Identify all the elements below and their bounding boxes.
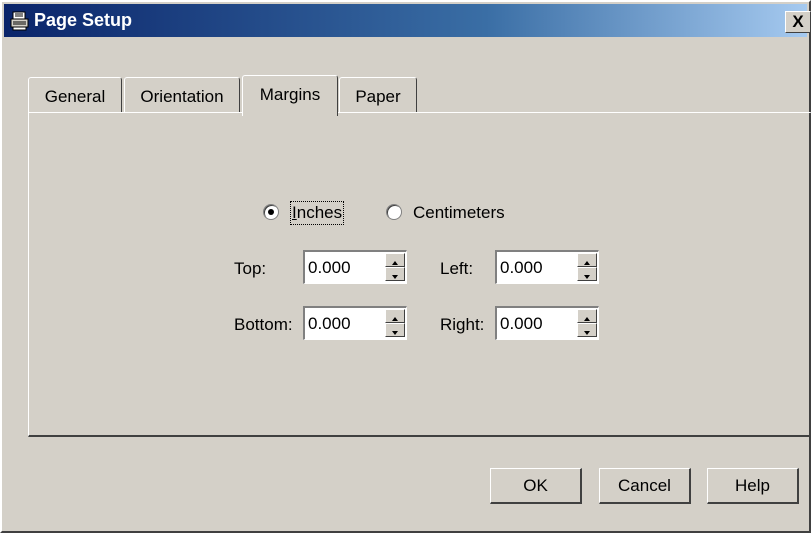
top-spinner[interactable] (385, 253, 405, 281)
inches-radio[interactable] (263, 204, 279, 220)
tab-label: General (44, 87, 106, 106)
ok-button[interactable]: OK (490, 468, 582, 504)
tab-margins[interactable]: Margins (242, 75, 338, 116)
arrow-up-icon[interactable] (385, 253, 405, 267)
right-spinner[interactable] (577, 309, 597, 337)
title-bar[interactable]: Page Setup X (4, 4, 811, 37)
tab-label: Margins (259, 85, 321, 104)
left-spinner[interactable] (577, 253, 597, 281)
arrow-down-icon[interactable] (577, 323, 597, 337)
bottom-margin-input[interactable]: 0.000 (303, 306, 407, 340)
bottom-label: Bottom: (234, 315, 293, 334)
arrow-down-icon[interactable] (385, 323, 405, 337)
bottom-spinner[interactable] (385, 309, 405, 337)
margins-panel (28, 112, 811, 437)
bottom-value: 0.000 (308, 314, 351, 333)
right-margin-input[interactable]: 0.000 (495, 306, 599, 340)
centimeters-label[interactable]: Centimeters (413, 203, 505, 223)
help-button[interactable]: Help (707, 468, 799, 504)
radio-selected-dot (268, 209, 274, 215)
top-margin-input[interactable]: 0.000 (303, 250, 407, 284)
close-button[interactable]: X (785, 11, 811, 33)
arrow-down-icon[interactable] (385, 267, 405, 281)
cancel-label: Cancel (618, 476, 671, 495)
close-icon: X (792, 12, 804, 31)
centimeters-radio[interactable] (386, 204, 402, 220)
arrow-down-icon[interactable] (577, 267, 597, 281)
ok-label: OK (523, 476, 548, 495)
cancel-button[interactable]: Cancel (599, 468, 691, 504)
page-setup-dialog: Page Setup X General Orientation Margins… (0, 0, 811, 533)
right-label: Right: (440, 315, 485, 334)
tab-general[interactable]: General (28, 77, 122, 113)
top-label: Top: (234, 259, 267, 278)
tab-label: Paper (355, 87, 401, 106)
arrow-up-icon[interactable] (577, 253, 597, 267)
tab-paper[interactable]: Paper (339, 77, 417, 113)
top-value: 0.000 (308, 258, 351, 277)
inches-label[interactable]: Inches (289, 201, 345, 225)
arrow-up-icon[interactable] (577, 309, 597, 323)
tab-orientation[interactable]: Orientation (124, 77, 240, 113)
inches-label-rest: nches (296, 203, 343, 222)
left-value: 0.000 (500, 258, 543, 277)
help-label: Help (735, 476, 770, 495)
right-value: 0.000 (500, 314, 543, 333)
window-title: Page Setup (34, 10, 133, 30)
left-margin-input[interactable]: 0.000 (495, 250, 599, 284)
tab-label: Orientation (140, 87, 224, 106)
left-label: Left: (440, 259, 474, 278)
arrow-up-icon[interactable] (385, 309, 405, 323)
printer-icon (10, 11, 29, 31)
